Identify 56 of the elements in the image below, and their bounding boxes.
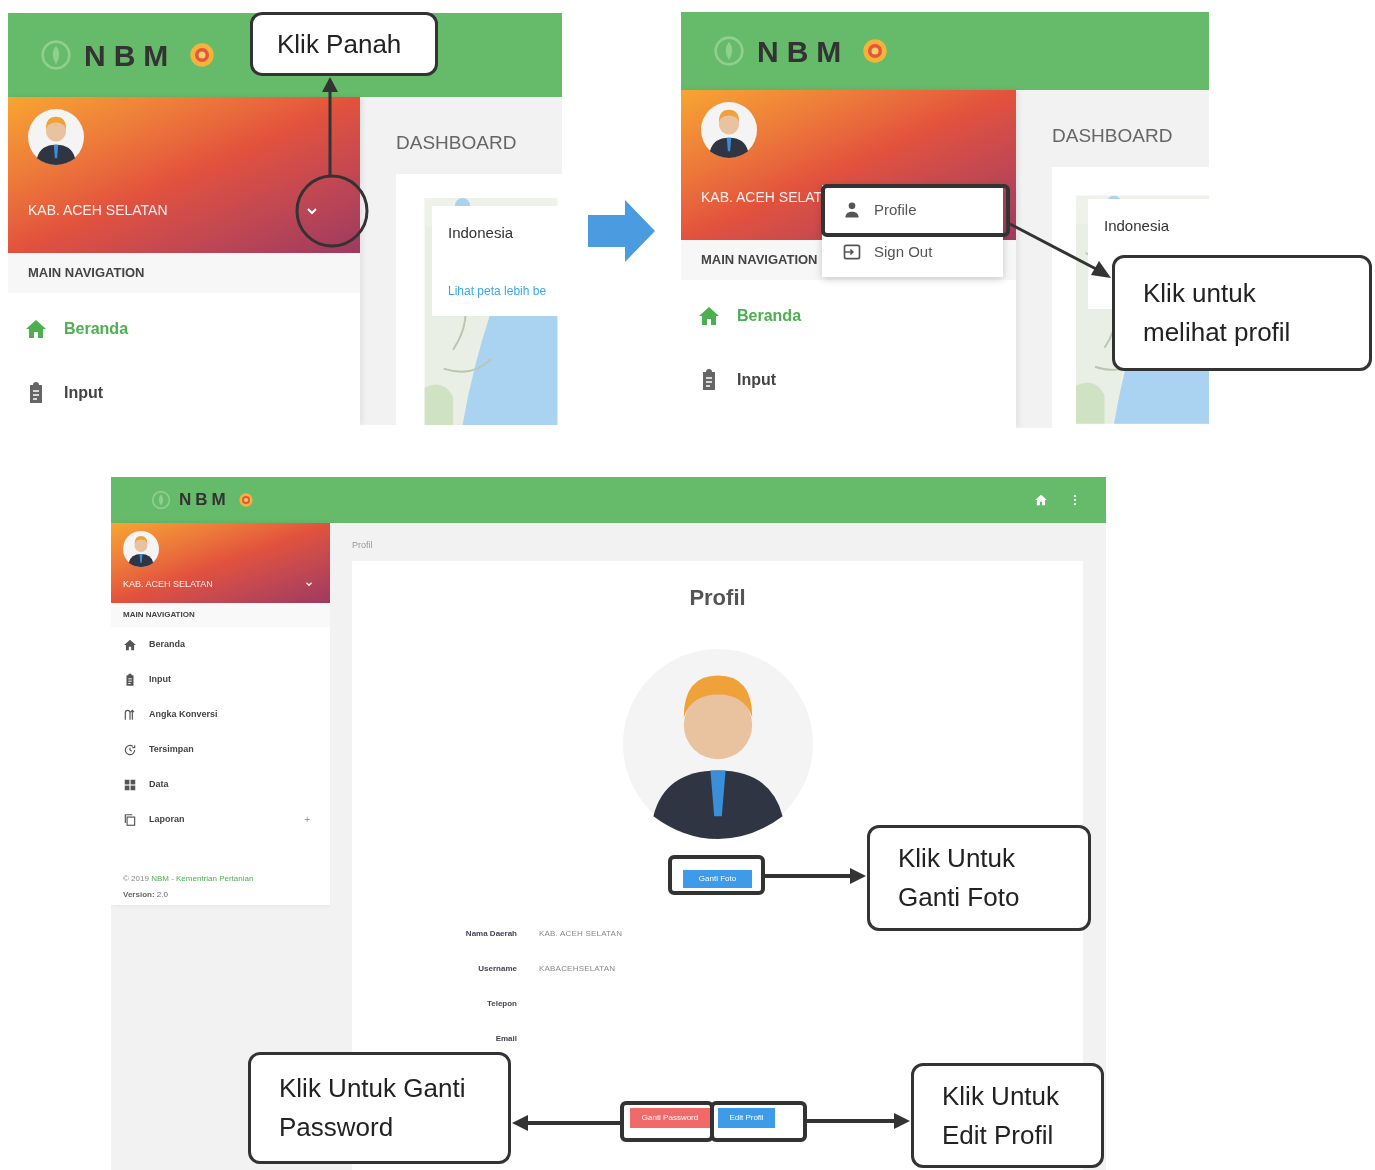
field-label: Nama Daerah (464, 928, 517, 940)
copy-icon (123, 812, 137, 827)
history-icon (123, 742, 137, 757)
avatar (28, 109, 84, 165)
nav-item[interactable]: Data (111, 767, 330, 802)
user-name: KAB. ACEH SELATAN (28, 201, 168, 220)
callout: Klik Untuk Ganti Foto (867, 825, 1091, 931)
nav-item[interactable]: Laporan + (111, 802, 330, 837)
callout: Klik Untuk Edit Profil (911, 1063, 1104, 1168)
menu-item[interactable]: Sign Out (822, 231, 1003, 273)
logo-text: NBM (84, 37, 177, 74)
person-icon (842, 200, 862, 220)
user-name: KAB. ACEH SELATAN (123, 577, 213, 591)
grid-icon (123, 777, 137, 792)
callout: Klik untuk melihat profil (1112, 255, 1372, 371)
logo-text: NBM (757, 33, 850, 70)
callout: Klik Panah (250, 12, 438, 76)
sign-out-icon (842, 242, 862, 262)
field-value: KAB. ACEH SELATAN (539, 928, 624, 940)
seal-logo-icon (237, 492, 254, 508)
seal-logo-icon (188, 41, 217, 69)
copyright-text: © 2019 NBM - Kementrian Pertanian (123, 873, 255, 885)
nav-item[interactable]: Tersimpan (111, 732, 330, 767)
section-heading: MAIN NAVIGATION (701, 251, 818, 270)
popup-title: Indonesia (448, 222, 515, 243)
field-value: KABACEHSELATAN (539, 963, 617, 975)
version-text: Version: 2.0 (123, 889, 169, 901)
page-title: DASHBOARD (396, 131, 518, 155)
field-label: Telepon (485, 998, 517, 1010)
popup-title: Indonesia (1104, 215, 1171, 236)
seal-logo-icon (861, 37, 890, 65)
nav-item[interactable]: Input (111, 662, 330, 697)
section-heading: MAIN NAVIGATION (28, 264, 145, 283)
card-title: Profil (689, 584, 746, 612)
leaf-logo-icon (40, 39, 72, 71)
logo-text: NBM (179, 489, 230, 512)
nav-item[interactable]: Angka Konversi (111, 697, 330, 732)
callout: Klik Untuk Ganti Password (248, 1052, 511, 1164)
section-heading: MAIN NAVIGATION (123, 609, 195, 621)
home-icon (24, 317, 48, 341)
leaf-logo-icon (151, 490, 171, 510)
menu-item[interactable]: Profile (822, 189, 1003, 231)
leaf-logo-icon (713, 35, 745, 67)
nav-item[interactable]: Input (681, 348, 1016, 412)
page-title: DASHBOARD (1052, 124, 1174, 148)
avatar (123, 531, 159, 567)
field-label: Username (477, 963, 517, 975)
conversion-icon (123, 707, 137, 722)
home-icon (123, 637, 137, 652)
field-label: Email (494, 1033, 517, 1045)
next-arrow (588, 200, 655, 262)
home-icon (697, 304, 721, 328)
nav-item[interactable]: Input (8, 361, 360, 425)
avatar (701, 102, 757, 158)
nav-item[interactable]: Beranda (111, 627, 330, 662)
user-name: KAB. ACEH SELAT (701, 188, 823, 207)
